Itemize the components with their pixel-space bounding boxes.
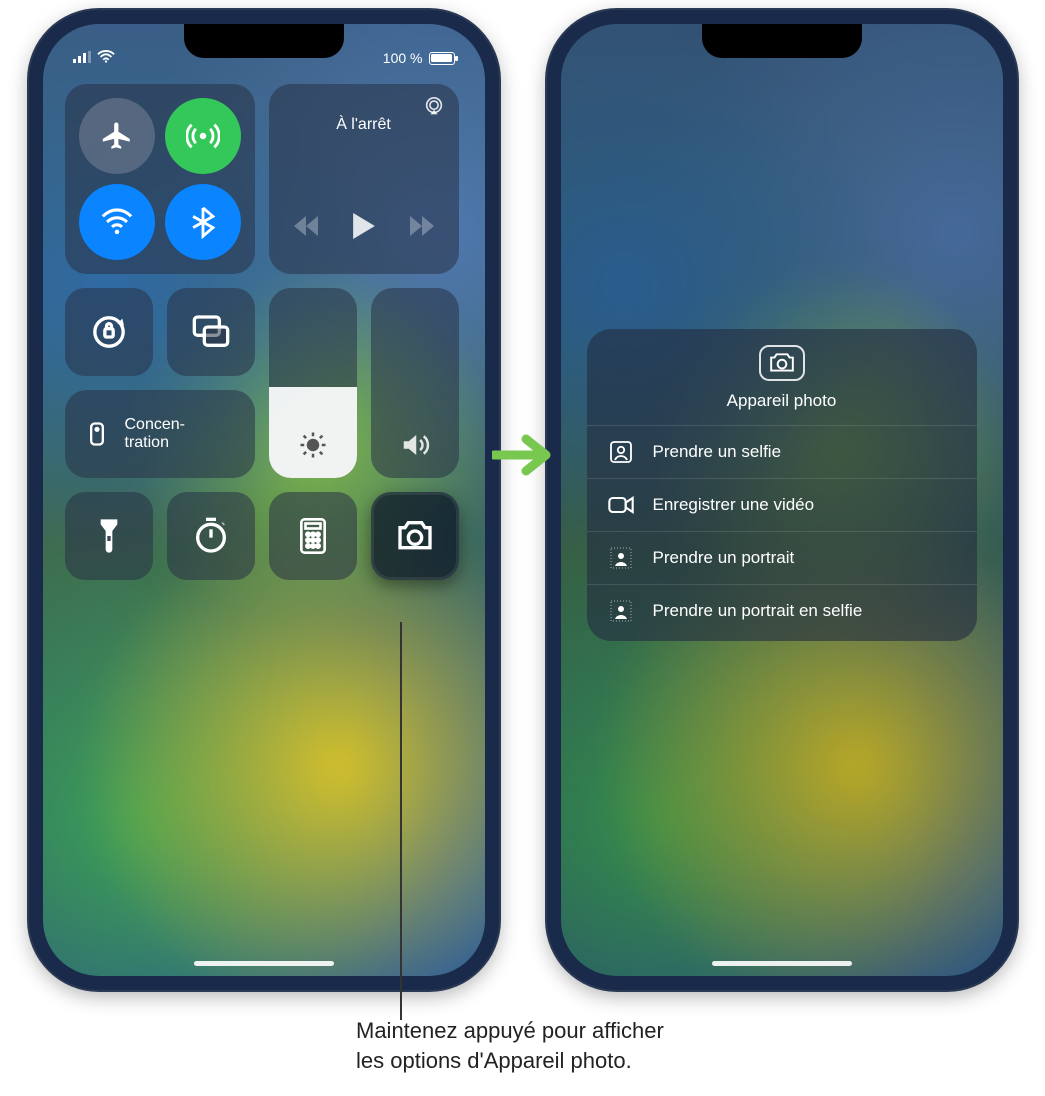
volume-icon <box>371 430 459 460</box>
volume-slider[interactable] <box>371 288 459 478</box>
calculator-button[interactable] <box>269 492 357 580</box>
arrow-right-icon <box>492 430 554 480</box>
phone-right: Appareil photo Prendre un selfie Enregis… <box>547 10 1017 990</box>
battery-percentage: 100 % <box>383 50 423 66</box>
rotation-lock-toggle[interactable] <box>65 288 153 376</box>
media-status-label: À l'arrêt <box>336 116 391 134</box>
camera-option-label: Enregistrer une vidéo <box>653 495 815 515</box>
wifi-status-icon <box>97 50 115 67</box>
home-indicator[interactable] <box>194 961 334 966</box>
media-controls-pod[interactable]: À l'arrêt <box>269 84 459 274</box>
battery-icon <box>429 52 455 65</box>
camera-icon <box>759 345 805 381</box>
screen-mirroring-button[interactable] <box>167 288 255 376</box>
cellular-signal-icon <box>73 50 91 66</box>
brightness-slider[interactable] <box>269 288 357 478</box>
airplane-mode-toggle[interactable] <box>79 98 155 174</box>
camera-button[interactable] <box>371 492 459 580</box>
notch <box>184 24 344 58</box>
flashlight-button[interactable] <box>65 492 153 580</box>
focus-button[interactable]: Concen- tration <box>65 390 255 478</box>
brightness-icon <box>269 430 357 460</box>
media-play-icon[interactable] <box>352 213 376 244</box>
callout-line2: les options d'Appareil photo. <box>356 1048 632 1073</box>
notch <box>702 24 862 58</box>
timer-button[interactable] <box>167 492 255 580</box>
home-indicator[interactable] <box>712 961 852 966</box>
cellular-data-toggle[interactable] <box>165 98 241 174</box>
camera-options-popup: Appareil photo Prendre un selfie Enregis… <box>587 329 977 641</box>
control-center: À l'arrêt <box>65 84 463 594</box>
wifi-toggle[interactable] <box>79 184 155 260</box>
camera-option-portrait-selfie[interactable]: Prendre un portrait en selfie <box>587 584 977 637</box>
camera-option-selfie[interactable]: Prendre un selfie <box>587 425 977 478</box>
camera-option-label: Prendre un portrait <box>653 548 795 568</box>
phone-left: 100 % <box>29 10 499 990</box>
camera-option-label: Prendre un selfie <box>653 442 782 462</box>
focus-label: Concen- tration <box>125 416 185 453</box>
callout-leader-line <box>400 622 402 1020</box>
camera-option-label: Prendre un portrait en selfie <box>653 601 863 621</box>
camera-option-video[interactable]: Enregistrer une vidéo <box>587 478 977 531</box>
callout-line1: Maintenez appuyé pour afficher <box>356 1018 664 1043</box>
airplay-icon[interactable] <box>423 96 445 123</box>
callout-text: Maintenez appuyé pour afficher les optio… <box>356 1016 664 1075</box>
figure-stage: 100 % <box>0 0 1045 1016</box>
camera-option-portrait[interactable]: Prendre un portrait <box>587 531 977 584</box>
camera-popup-title: Appareil photo <box>727 391 837 411</box>
connectivity-group[interactable] <box>65 84 255 274</box>
media-next-icon[interactable] <box>410 216 434 241</box>
media-previous-icon[interactable] <box>294 216 318 241</box>
bluetooth-toggle[interactable] <box>165 184 241 260</box>
